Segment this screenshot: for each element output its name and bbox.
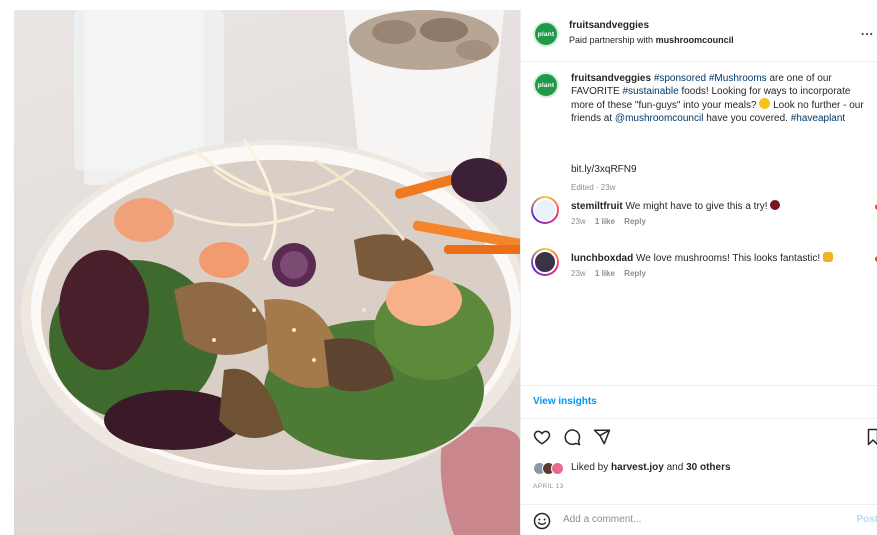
liked-by-prefix: Liked by	[571, 462, 609, 473]
caption-text: fruitsandveggies #sponsored #Mushrooms a…	[571, 72, 867, 125]
reply-button[interactable]: Reply	[624, 217, 646, 226]
comment-username[interactable]: stemiltfruit	[571, 201, 623, 212]
comment-meta: 23w 1 like Reply	[571, 269, 653, 278]
insights-row: View insights	[521, 385, 877, 419]
hashtag-mushrooms[interactable]: #Mushrooms	[709, 73, 767, 84]
heart-icon[interactable]	[533, 428, 551, 446]
caption-avatar[interactable]: plant	[533, 72, 559, 98]
commenter-avatar[interactable]	[531, 248, 559, 276]
comment-time[interactable]: 23w	[571, 217, 586, 226]
comment-meta: 23w 1 like Reply	[571, 217, 653, 226]
action-bar	[521, 422, 877, 452]
hashtag-sustainable[interactable]: #sustainable	[623, 86, 679, 97]
comment-icon[interactable]	[563, 428, 581, 446]
edited-timestamp: Edited · 23w	[571, 183, 616, 192]
hashtag-haveaplant[interactable]: #haveaplant	[791, 113, 846, 124]
caption-username[interactable]: fruitsandveggies	[571, 73, 651, 84]
comment-time[interactable]: 23w	[571, 269, 586, 278]
raised-hands-emoji-icon	[822, 252, 833, 262]
salad-bowl-image	[21, 10, 520, 535]
hashtag-sponsored[interactable]: #sponsored	[654, 73, 706, 84]
mention-mushroomcouncil[interactable]: @mushroomcouncil	[615, 113, 704, 124]
liked-by-and: and	[666, 462, 684, 473]
comment-likes[interactable]: 1 like	[595, 269, 615, 278]
author-username[interactable]: fruitsandveggies	[569, 20, 649, 31]
comment-body: We might have to give this a try!	[625, 201, 768, 212]
comment-likes[interactable]: 1 like	[595, 217, 615, 226]
emoji-picker-icon[interactable]	[533, 512, 551, 530]
comment-text: stemiltfruit We might have to give this …	[571, 200, 781, 212]
caption-segment-4: have you covered.	[706, 113, 788, 124]
author-avatar[interactable]: plant	[533, 21, 559, 47]
liked-by-text: Liked by harvest.joy and 30 others	[571, 462, 731, 473]
bookmark-icon[interactable]	[866, 428, 877, 446]
reply-button[interactable]: Reply	[624, 269, 646, 278]
add-comment-row: Add a comment... Post	[521, 504, 877, 535]
comment-item: stemiltfruit We might have to give this …	[521, 196, 877, 236]
caption-link[interactable]: bit.ly/3xqRFN9	[571, 164, 637, 175]
post-comment-button[interactable]: Post	[856, 514, 877, 525]
cherries-emoji-icon	[770, 200, 781, 210]
liked-by-user[interactable]: harvest.joy	[611, 462, 664, 473]
post-side-panel: plant fruitsandveggies Paid partnership …	[520, 10, 877, 535]
post-photo[interactable]	[14, 10, 520, 535]
post-date[interactable]: APRIL 13	[533, 483, 564, 490]
share-icon[interactable]	[593, 428, 611, 446]
post-header: plant fruitsandveggies Paid partnership …	[521, 10, 877, 62]
comment-body: We love mushrooms! This looks fantastic!	[636, 253, 821, 264]
partnership-label: Paid partnership with mushroomcouncil	[569, 35, 734, 45]
smile-emoji-icon	[759, 98, 771, 109]
liked-by-others[interactable]: 30 others	[686, 462, 730, 473]
partner-username[interactable]: mushroomcouncil	[656, 35, 734, 45]
comment-username[interactable]: lunchboxdad	[571, 253, 633, 264]
comment-text: lunchboxdad We love mushrooms! This look…	[571, 252, 833, 264]
partnership-prefix: Paid partnership with	[569, 35, 654, 45]
commenter-avatar[interactable]	[531, 196, 559, 224]
more-options-icon[interactable]: ...	[861, 24, 874, 38]
add-comment-input[interactable]: Add a comment...	[563, 514, 641, 525]
comment-item: lunchboxdad We love mushrooms! This look…	[521, 248, 877, 288]
view-insights-link[interactable]: View insights	[533, 396, 597, 407]
